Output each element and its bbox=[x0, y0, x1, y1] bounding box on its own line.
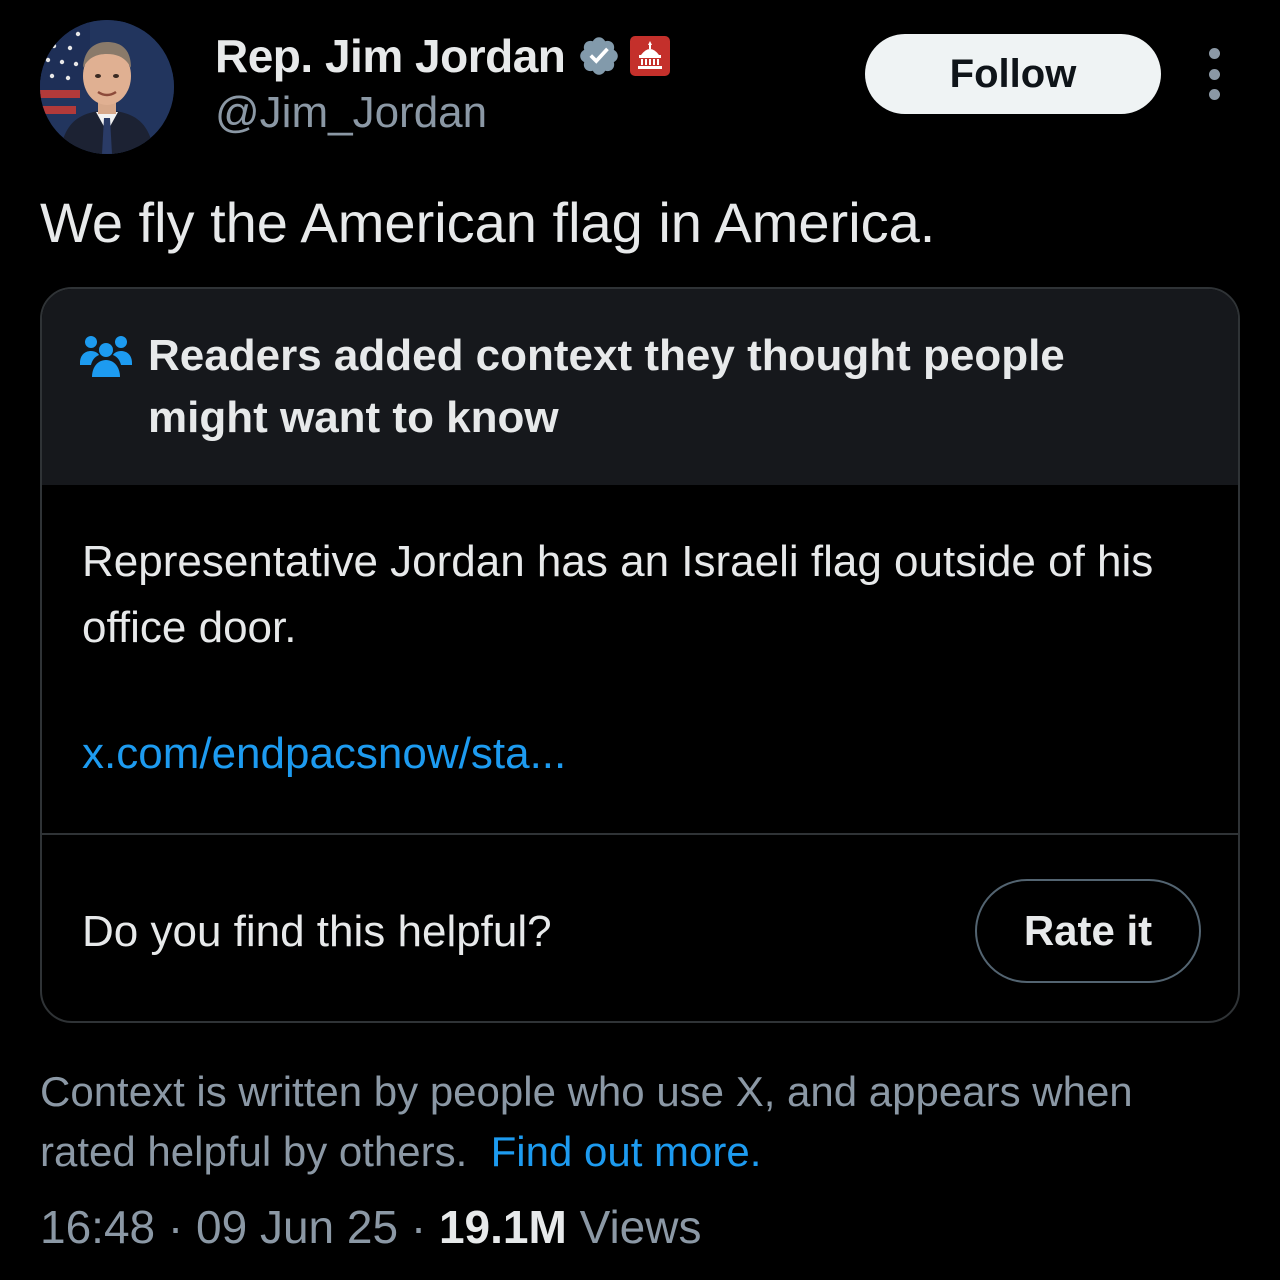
verified-badge-icon[interactable] bbox=[577, 34, 621, 78]
meta-separator: · bbox=[155, 1201, 197, 1253]
helpful-question: Do you find this helpful? bbox=[82, 907, 552, 956]
author-name-row: Rep. Jim Jordan bbox=[215, 26, 671, 86]
rate-it-button[interactable]: Rate it bbox=[975, 879, 1201, 983]
follow-button[interactable]: Follow bbox=[865, 34, 1161, 114]
community-note-header: Readers added context they thought peopl… bbox=[42, 289, 1238, 485]
views-label: Views bbox=[566, 1201, 702, 1253]
context-info: Context is written by people who use X, … bbox=[40, 1062, 1240, 1182]
tweet-time[interactable]: 16:48 bbox=[40, 1201, 155, 1253]
divider bbox=[42, 833, 1238, 835]
avatar-photo bbox=[40, 20, 174, 154]
avatar[interactable] bbox=[40, 20, 174, 154]
meta-separator: · bbox=[398, 1201, 439, 1253]
tweet-date[interactable]: 09 Jun 25 bbox=[196, 1201, 398, 1253]
community-note-body: Representative Jordan has an Israeli fla… bbox=[82, 537, 1154, 652]
more-dot bbox=[1208, 68, 1220, 80]
community-note-card: Readers added context they thought peopl… bbox=[40, 287, 1240, 1023]
more-dot bbox=[1208, 89, 1220, 100]
tweet-text: We fly the American flag in America. bbox=[40, 191, 936, 254]
find-out-more-link[interactable]: Find out more. bbox=[491, 1128, 762, 1175]
more-options-icon[interactable] bbox=[1196, 48, 1232, 100]
people-icon bbox=[78, 333, 134, 379]
author-display-name[interactable]: Rep. Jim Jordan bbox=[215, 29, 566, 83]
community-note-title: Readers added context they thought peopl… bbox=[148, 331, 1065, 442]
us-government-badge-icon[interactable] bbox=[629, 35, 671, 77]
author-handle[interactable]: @Jim_Jordan bbox=[215, 88, 487, 138]
community-note-source-link[interactable]: x.com/endpacsnow/sta... bbox=[82, 729, 566, 779]
tweet-meta: 16:48 · 09 Jun 25 · 19.1M Views bbox=[40, 1200, 701, 1254]
views-count[interactable]: 19.1M bbox=[439, 1201, 567, 1253]
more-dot bbox=[1208, 48, 1220, 59]
